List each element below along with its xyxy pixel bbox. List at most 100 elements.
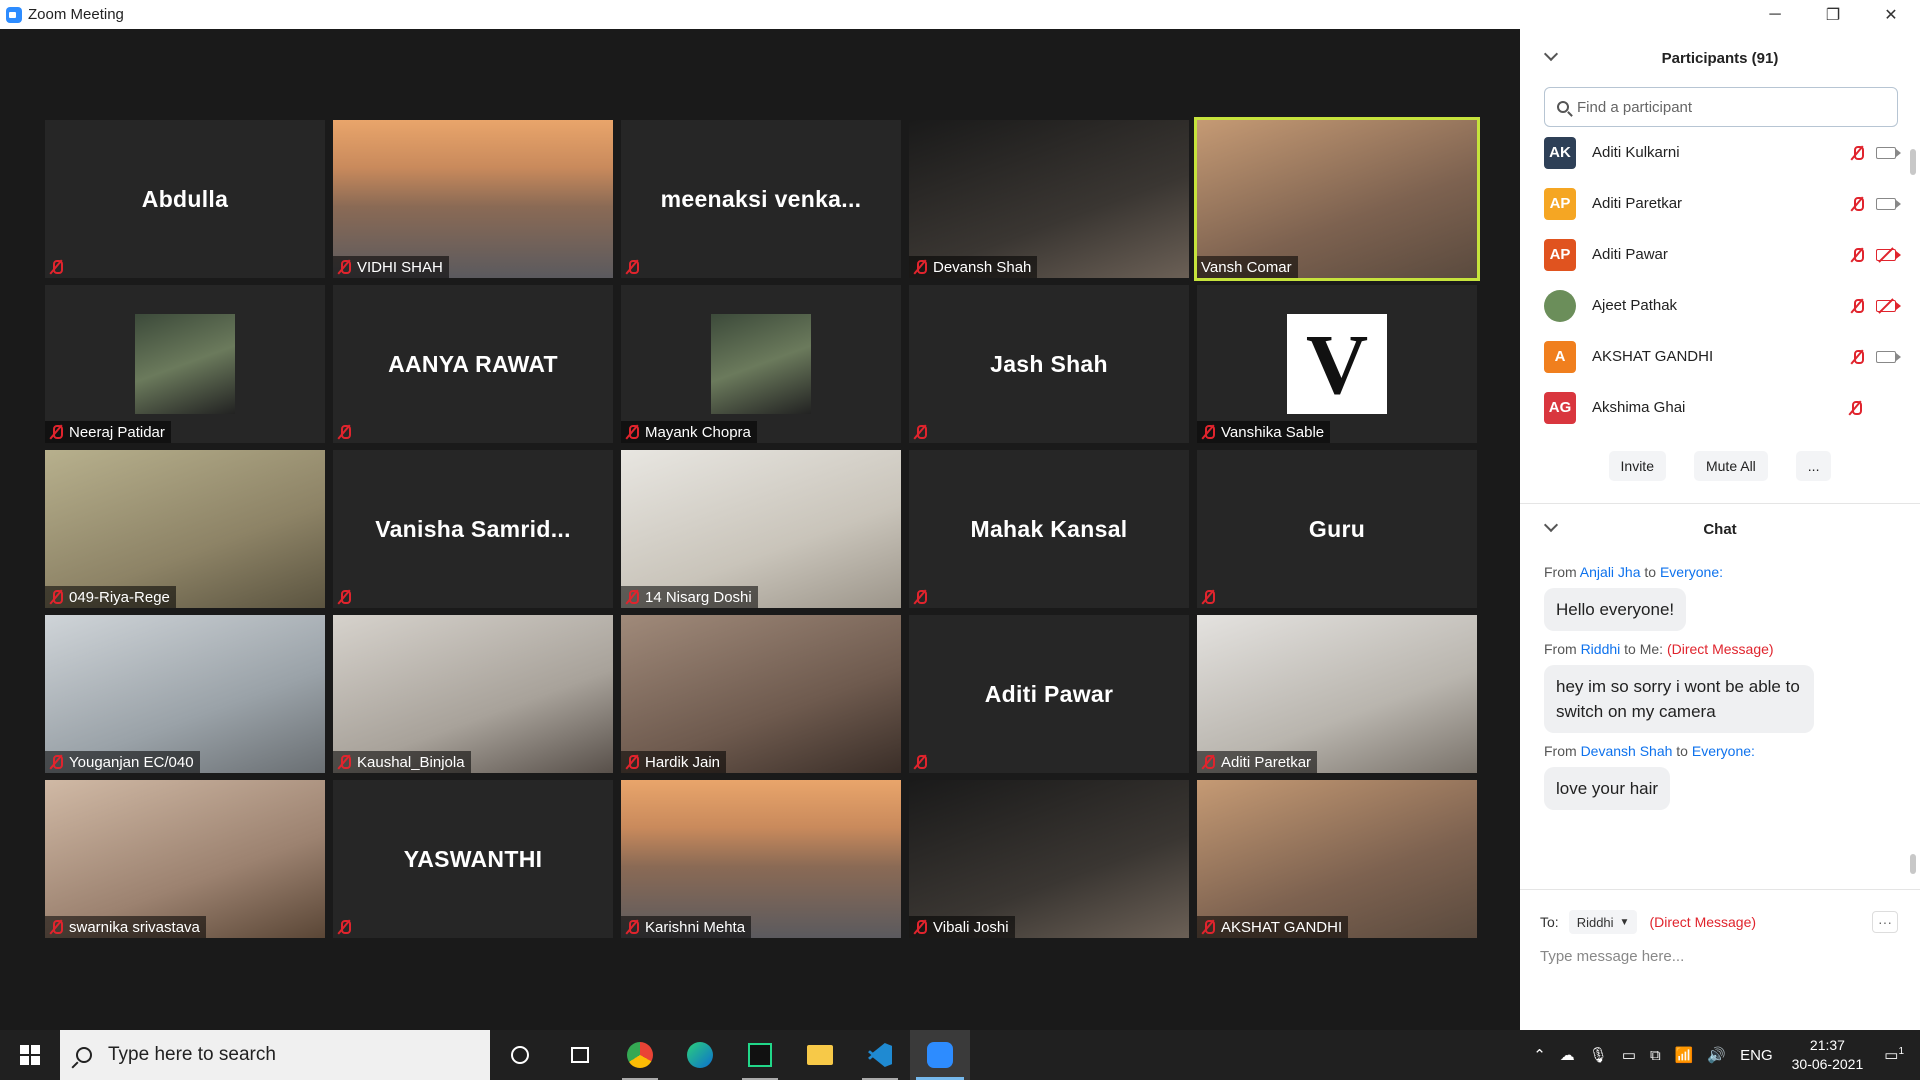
chat-more-button[interactable]: ··· <box>1872 911 1898 933</box>
participant-row[interactable]: A AKSHAT GANDHI <box>1520 331 1920 382</box>
chat-recipient-name[interactable]: Everyone: <box>1660 564 1723 580</box>
video-tile[interactable]: Vansh Comar <box>1194 117 1480 281</box>
chevron-down-icon: ▼ <box>1619 916 1630 928</box>
task-view-button[interactable] <box>550 1030 610 1080</box>
tile-name-label <box>909 586 939 608</box>
muted-mic-icon <box>49 259 63 275</box>
chat-message-input[interactable]: Type message here... <box>1520 948 1920 965</box>
video-tile[interactable]: Vibali Joshi <box>909 780 1189 938</box>
wifi-icon[interactable]: 📶 <box>1675 1046 1694 1064</box>
tile-display-name: Jash Shah <box>990 350 1108 377</box>
clock[interactable]: 21:37 30-06-2021 <box>1792 1036 1864 1074</box>
participants-more-button[interactable]: ... <box>1795 451 1832 481</box>
tile-name-text: Aditi Paretkar <box>1221 753 1312 771</box>
participant-row[interactable]: AK Aditi Kulkarni <box>1520 127 1920 178</box>
muted-mic-icon[interactable] <box>1850 298 1864 314</box>
video-tile[interactable]: AANYA RAWAT <box>333 285 613 443</box>
video-tile[interactable]: Abdulla <box>45 120 325 278</box>
vscode-taskbar-app[interactable] <box>850 1030 910 1080</box>
pycharm-taskbar-app[interactable] <box>730 1030 790 1080</box>
chat-sender-name[interactable]: Anjali Jha <box>1580 564 1641 580</box>
muted-mic-icon[interactable] <box>1848 400 1862 416</box>
recipient-select[interactable]: Riddhi ▼ <box>1568 910 1638 934</box>
camera-icon[interactable] <box>1876 197 1901 210</box>
participant-name: Akshima Ghai <box>1592 399 1686 416</box>
muted-mic-icon <box>625 424 639 440</box>
cortana-button[interactable] <box>490 1030 550 1080</box>
minimize-button[interactable]: ─ <box>1746 0 1804 29</box>
chat-input-placeholder: Type message here... <box>1540 948 1685 965</box>
tile-name-label <box>909 751 939 773</box>
notification-center-icon[interactable]: ▭1 <box>1884 1046 1904 1064</box>
video-tile[interactable]: Mahak Kansal <box>909 450 1189 608</box>
volume-icon[interactable]: 🔊 <box>1707 1046 1726 1064</box>
battery-icon[interactable]: ▭ <box>1622 1046 1636 1064</box>
tile-name-label: VIDHI SHAH <box>333 256 449 278</box>
participant-row[interactable]: Ajeet Pathak <box>1520 280 1920 331</box>
edge-icon <box>687 1042 713 1068</box>
mute-all-button[interactable]: Mute All <box>1693 451 1768 481</box>
video-tile[interactable]: 14 Nisarg Doshi <box>621 450 901 608</box>
participant-row[interactable]: AG Akshima Ghai <box>1520 382 1920 433</box>
camera-off-icon[interactable] <box>1876 248 1901 261</box>
video-tile[interactable]: Karishni Mehta <box>621 780 901 938</box>
chat-sender-name[interactable]: Riddhi <box>1581 641 1621 657</box>
invite-button[interactable]: Invite <box>1608 451 1666 481</box>
tile-name-label: AKSHAT GANDHI <box>1197 916 1349 938</box>
chevron-up-icon[interactable]: ⌃ <box>1533 1046 1546 1064</box>
collapse-chevron-icon[interactable] <box>1543 46 1559 62</box>
video-tile[interactable]: Hardik Jain <box>621 615 901 773</box>
muted-mic-icon[interactable] <box>1850 349 1864 365</box>
video-tile[interactable]: Aditi Pawar <box>909 615 1189 773</box>
video-tile[interactable]: meenaksi venka... <box>621 120 901 278</box>
participant-row[interactable]: AP Aditi Paretkar <box>1520 178 1920 229</box>
tile-name-text: Youganjan EC/040 <box>69 753 194 771</box>
participant-search-input[interactable]: Find a participant <box>1544 87 1898 127</box>
camera-icon[interactable] <box>1876 146 1901 159</box>
maximize-button[interactable]: ❐ <box>1804 0 1862 29</box>
video-tile[interactable]: AKSHAT GANDHI <box>1197 780 1477 938</box>
language-indicator[interactable]: ENG <box>1740 1047 1773 1064</box>
muted-mic-icon[interactable] <box>1850 247 1864 263</box>
camera-off-icon[interactable] <box>1876 299 1901 312</box>
camera-icon[interactable] <box>1876 350 1901 363</box>
muted-mic-icon <box>337 919 351 935</box>
video-tile[interactable]: Vanisha Samrid... <box>333 450 613 608</box>
chat-collapse-chevron-icon[interactable] <box>1543 517 1559 533</box>
video-tile[interactable]: Youganjan EC/040 <box>45 615 325 773</box>
participant-row[interactable]: AP Aditi Pawar <box>1520 229 1920 280</box>
video-tile[interactable]: Mayank Chopra <box>621 285 901 443</box>
edge-taskbar-app[interactable] <box>670 1030 730 1080</box>
zoom-taskbar-app[interactable] <box>910 1030 970 1080</box>
video-tile[interactable]: 049-Riya-Rege <box>45 450 325 608</box>
close-button[interactable]: ✕ <box>1862 0 1920 29</box>
avatar: AP <box>1544 238 1576 271</box>
taskbar-search-box[interactable]: Type here to search <box>60 1030 490 1080</box>
chat-recipient-name[interactable]: Everyone: <box>1692 743 1755 759</box>
video-tile[interactable]: YASWANTHI <box>333 780 613 938</box>
file-explorer-taskbar-app[interactable] <box>790 1030 850 1080</box>
display-icon[interactable]: ⧉ <box>1650 1047 1661 1064</box>
tile-name-text: Hardik Jain <box>645 753 721 771</box>
muted-mic-icon[interactable] <box>1850 145 1864 161</box>
participant-name: Ajeet Pathak <box>1592 297 1678 314</box>
video-tile[interactable]: swarnika srivastava <box>45 780 325 938</box>
chrome-taskbar-app[interactable] <box>610 1030 670 1080</box>
video-tile[interactable]: Devansh Shah <box>909 120 1189 278</box>
video-tile[interactable]: VIDHI SHAH <box>333 120 613 278</box>
chat-from-word: From <box>1544 564 1577 580</box>
start-button[interactable] <box>0 1030 60 1080</box>
video-tile[interactable]: Kaushal_Binjola <box>333 615 613 773</box>
microphone-icon[interactable]: 🎙 <box>1589 1046 1608 1064</box>
video-tile[interactable]: Aditi Paretkar <box>1197 615 1477 773</box>
muted-mic-icon[interactable] <box>1850 196 1864 212</box>
video-tile[interactable]: Neeraj Patidar <box>45 285 325 443</box>
chat-recipient-name[interactable]: Me: <box>1640 641 1663 657</box>
video-tile[interactable]: V Vanshika Sable <box>1197 285 1477 443</box>
onedrive-cloud-icon[interactable]: ☁ <box>1560 1046 1575 1064</box>
chat-title: Chat <box>1703 520 1737 538</box>
chat-scrollbar[interactable] <box>1910 854 1916 874</box>
video-tile[interactable]: Jash Shah <box>909 285 1189 443</box>
chat-sender-name[interactable]: Devansh Shah <box>1581 743 1673 759</box>
video-tile[interactable]: Guru <box>1197 450 1477 608</box>
